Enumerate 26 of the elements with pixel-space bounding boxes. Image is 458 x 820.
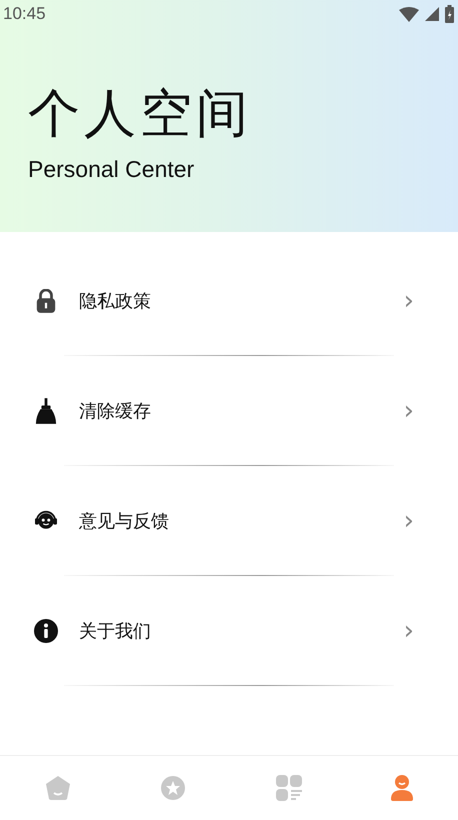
chevron-icon: ›: [404, 398, 414, 424]
wifi-icon: [399, 6, 419, 22]
info-icon: [34, 618, 58, 642]
person-icon: [391, 775, 414, 801]
signal-icon: [425, 7, 439, 21]
menu-item[interactable]: 清除缓存 ›: [0, 356, 458, 465]
broom-icon: [35, 398, 57, 424]
lock-icon: [35, 288, 57, 312]
page-title: 个人空间: [28, 84, 252, 144]
menu-item[interactable]: 隐私政策 ›: [0, 246, 458, 355]
menu-label: 关于我们: [79, 620, 152, 642]
grid-icon: [276, 775, 302, 801]
chevron-icon: ›: [404, 288, 414, 314]
menu-item[interactable]: 意见与反馈 ›: [0, 466, 458, 575]
menu-item[interactable]: 关于我们 ›: [0, 576, 458, 685]
home-icon: [44, 775, 71, 801]
menu-label: 隐私政策: [79, 290, 152, 312]
status-time: 10:45: [3, 4, 46, 24]
menu-label: 意见与反馈: [79, 510, 170, 532]
star-badge-icon: [160, 775, 186, 801]
chevron-icon: ›: [404, 618, 414, 644]
headset-icon: [33, 510, 59, 532]
battery-icon: [445, 5, 454, 23]
page-subtitle: Personal Center: [28, 156, 194, 183]
menu-label: 清除缓存: [79, 400, 152, 422]
chevron-icon: ›: [404, 508, 414, 534]
